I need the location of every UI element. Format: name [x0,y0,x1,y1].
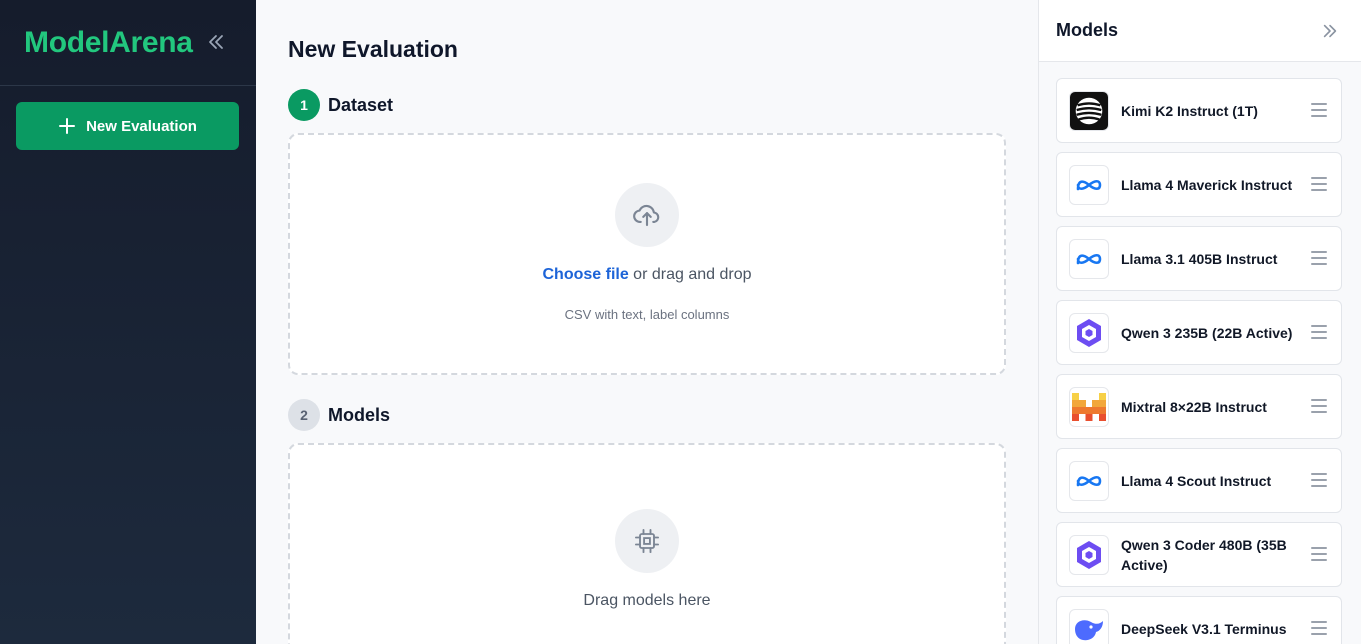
models-dropzone[interactable]: Drag models here [288,443,1006,644]
page-title: New Evaluation [288,36,458,62]
main-content: New Evaluation 1 Dataset Choose file or … [256,0,1038,644]
drag-drop-text: or drag and drop [628,266,752,283]
models-panel: Models Kimi K2 Instruct (1T) Llama 4 Mav… [1038,0,1361,644]
models-panel-header: Models [1039,0,1361,62]
kimi-logo-icon [1069,91,1109,131]
model-name: Kimi K2 Instruct (1T) [1121,102,1258,119]
model-name: Mixtral 8×22B Instruct [1121,398,1267,415]
dataset-format-hint: CSV with text, label columns [564,307,730,322]
model-name: Llama 4 Scout Instruct [1121,472,1272,489]
drag-handle-icon[interactable] [1311,325,1327,339]
new-evaluation-button[interactable]: New Evaluation [16,102,239,150]
new-evaluation-label: New Evaluation [86,117,197,135]
model-name: Qwen 3 235B (22B Active) [1121,324,1293,341]
sidebar: ModelArena New Evaluation [0,0,256,644]
drag-handle-icon[interactable] [1311,103,1327,117]
brand-row: ModelArena [0,0,256,86]
model-name: DeepSeek V3.1 Terminus [1121,620,1287,637]
qwen-logo-icon [1069,313,1109,353]
step-label: Dataset [328,94,394,115]
model-name: Llama 4 Maverick Instruct [1121,176,1293,193]
drag-handle-icon[interactable] [1311,473,1327,487]
model-name: Llama 3.1 405B Instruct [1121,250,1278,267]
model-card[interactable]: Llama 4 Scout Instruct [1056,448,1342,513]
model-card[interactable]: Kimi K2 Instruct (1T) [1056,78,1342,143]
mistral-logo-icon [1069,387,1109,427]
model-card[interactable]: Llama 4 Maverick Instruct [1056,152,1342,217]
upload-cloud-icon [615,183,679,247]
meta-logo-icon [1069,239,1109,279]
step-label: Models [328,404,391,425]
deepseek-logo-icon [1069,609,1109,644]
step-number: 1 [288,89,320,121]
drag-handle-icon[interactable] [1311,251,1327,265]
drag-handle-icon[interactable] [1311,547,1327,561]
cpu-chip-icon [615,509,679,573]
brand-logo: ModelArena [24,26,193,59]
collapse-sidebar-icon[interactable] [206,32,226,52]
dataset-dropzone[interactable]: Choose file or drag and drop CSV with te… [288,133,1006,375]
model-card[interactable]: Mixtral 8×22B Instruct [1056,374,1342,439]
choose-file-link[interactable]: Choose file [543,266,629,283]
dataset-dropzone-text: Choose file or drag and drop [290,266,1004,284]
model-card[interactable]: DeepSeek V3.1 Terminus [1056,596,1342,644]
drag-handle-icon[interactable] [1311,177,1327,191]
step-number: 2 [288,399,320,431]
models-dropzone-text: Drag models here [583,592,711,609]
meta-logo-icon [1069,165,1109,205]
models-panel-title: Models [1056,20,1119,40]
model-card[interactable]: Llama 3.1 405B Instruct [1056,226,1342,291]
model-card[interactable]: Qwen 3 235B (22B Active) [1056,300,1342,365]
meta-logo-icon [1069,461,1109,501]
drag-handle-icon[interactable] [1311,621,1327,635]
step-models: 2 Models [288,399,390,431]
plus-icon [59,118,76,134]
collapse-panel-icon[interactable] [1321,22,1339,40]
qwen-logo-icon [1069,535,1109,575]
drag-handle-icon[interactable] [1311,399,1327,413]
model-name: Qwen 3 Coder 480B (35B Active) [1121,536,1287,573]
model-card[interactable]: Qwen 3 Coder 480B (35B Active) [1056,522,1342,587]
step-dataset: 1 Dataset [288,89,393,121]
